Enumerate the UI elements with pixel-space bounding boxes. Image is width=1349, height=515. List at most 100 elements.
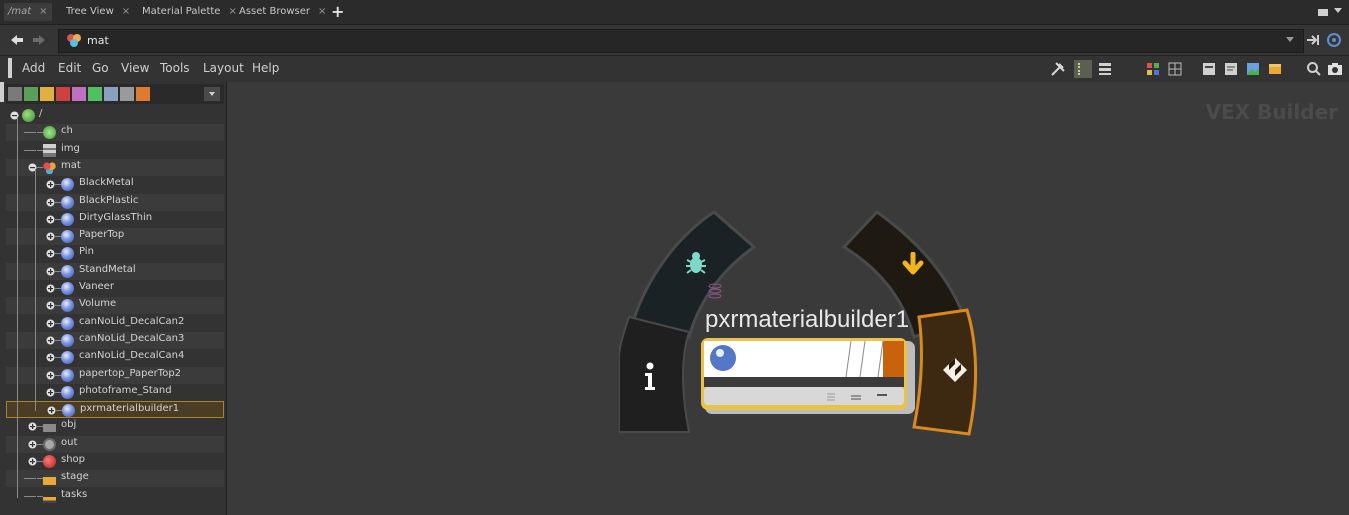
tree-view-toggle-icon[interactable] bbox=[1074, 60, 1092, 78]
expand-icon[interactable] bbox=[46, 231, 55, 241]
tree-item-photoframe-stand[interactable]: photoframe_Stand bbox=[6, 384, 224, 401]
camera-icon[interactable] bbox=[1327, 61, 1343, 77]
tab-mat[interactable]: /mat × bbox=[4, 3, 52, 21]
link-icon[interactable] bbox=[1326, 32, 1342, 48]
tree-item-obj[interactable]: obj bbox=[6, 418, 224, 435]
back-arrow-icon[interactable] bbox=[10, 33, 24, 47]
tab-tree-view[interactable]: Tree View × bbox=[62, 3, 134, 21]
tree-item-tasks[interactable]: tasks bbox=[6, 488, 224, 505]
tree-item-vaneer[interactable]: Vaneer bbox=[6, 280, 224, 297]
expand-icon[interactable] bbox=[46, 370, 55, 379]
tree-filter-toolbar bbox=[6, 84, 224, 104]
tree-item-cannolid-decalcan4[interactable]: canNoLid_DecalCan4 bbox=[6, 349, 224, 366]
tab-material-palette[interactable]: Material Palette × bbox=[138, 3, 241, 21]
network-editor[interactable]: VEX Builder pxrmaterialbuilder1 bbox=[229, 82, 1349, 515]
menu-edit[interactable]: Edit bbox=[58, 61, 81, 75]
tab-close-icon[interactable]: × bbox=[122, 6, 130, 17]
vop-filter-icon[interactable] bbox=[72, 87, 86, 101]
tree-item-pin[interactable]: Pin bbox=[6, 245, 224, 262]
expand-icon[interactable] bbox=[46, 214, 55, 224]
expand-icon[interactable] bbox=[47, 405, 56, 415]
chop-filter-icon[interactable] bbox=[40, 87, 54, 101]
rop-filter-icon[interactable] bbox=[120, 87, 134, 101]
tree-item-stage[interactable]: stage bbox=[6, 470, 224, 488]
toolbar-handle[interactable] bbox=[0, 82, 4, 102]
expand-icon[interactable] bbox=[46, 283, 55, 293]
download-arrow-icon[interactable] bbox=[900, 252, 926, 278]
color-palette-icon[interactable] bbox=[1146, 62, 1160, 76]
chan-filter-icon[interactable] bbox=[88, 87, 102, 101]
expand-icon[interactable] bbox=[46, 300, 55, 310]
tools-icon[interactable] bbox=[1050, 61, 1066, 77]
tree-item-papertop-papertop2[interactable]: papertop_PaperTop2 bbox=[6, 366, 224, 384]
add-tab-button[interactable]: + bbox=[331, 2, 344, 21]
chevron-down-icon[interactable] bbox=[1334, 8, 1342, 13]
tab-label: Asset Browser bbox=[239, 6, 311, 17]
node-name-label: pxrmaterialbuilder1 bbox=[705, 306, 910, 333]
menu-help[interactable]: Help bbox=[252, 61, 279, 75]
tree-item-pxrmaterialbuilder1[interactable]: pxrmaterialbuilder1 bbox=[6, 401, 224, 419]
tree-options-icon[interactable] bbox=[204, 87, 220, 101]
shop-icon bbox=[43, 455, 56, 468]
menu-view[interactable]: View bbox=[121, 61, 149, 75]
sticky-note-icon[interactable] bbox=[1224, 62, 1238, 76]
search-icon[interactable] bbox=[1306, 61, 1322, 77]
bug-icon[interactable] bbox=[683, 250, 709, 276]
tab-asset-browser[interactable]: Asset Browser × bbox=[235, 3, 330, 21]
expand-icon[interactable] bbox=[46, 318, 55, 328]
checker-flag-icon[interactable] bbox=[941, 356, 969, 384]
toolbar-handle[interactable] bbox=[8, 58, 12, 78]
tree-item-dirtyglassthin[interactable]: DirtyGlassThin bbox=[6, 211, 224, 228]
tree-item-label: canNoLid_DecalCan4 bbox=[79, 350, 185, 362]
menu-add[interactable]: Add bbox=[22, 61, 45, 75]
expand-icon[interactable] bbox=[46, 197, 55, 206]
tree-item-cannolid-decalcan3[interactable]: canNoLid_DecalCan3 bbox=[6, 331, 224, 349]
tree-item-standmetal[interactable]: StandMetal bbox=[6, 262, 224, 280]
path-dropdown-icon[interactable] bbox=[1286, 37, 1294, 42]
menu-layout[interactable]: Layout bbox=[203, 61, 244, 75]
tree-item-label: photoframe_Stand bbox=[79, 384, 172, 396]
tree-item-label: BlackMetal bbox=[79, 177, 134, 189]
menu-go[interactable]: Go bbox=[92, 61, 109, 75]
tree-item-blackplastic[interactable]: BlackPlastic bbox=[6, 193, 224, 211]
tab-close-icon[interactable]: × bbox=[318, 6, 326, 17]
expand-icon[interactable] bbox=[28, 456, 37, 466]
image-icon[interactable] bbox=[1246, 62, 1260, 76]
tree-item-img[interactable]: img bbox=[6, 142, 224, 159]
expand-icon[interactable] bbox=[46, 352, 55, 362]
tree-root-label: / bbox=[39, 108, 43, 119]
lop-filter-icon[interactable] bbox=[136, 87, 150, 101]
pin-icon[interactable] bbox=[1306, 33, 1320, 47]
shop-filter-icon[interactable] bbox=[56, 87, 70, 101]
tree-item-shop[interactable]: shop bbox=[6, 453, 224, 470]
network-box-icon[interactable] bbox=[1202, 62, 1216, 76]
info-icon[interactable] bbox=[642, 362, 658, 392]
list-view-icon[interactable] bbox=[1098, 62, 1112, 76]
sop-filter-icon[interactable] bbox=[24, 87, 38, 101]
obj-filter-icon[interactable] bbox=[8, 87, 22, 101]
tree-item-volume[interactable]: Volume bbox=[6, 297, 224, 315]
expand-icon[interactable] bbox=[46, 248, 55, 258]
tree-item-ch[interactable]: ch bbox=[6, 124, 224, 142]
asset-icon[interactable] bbox=[1268, 62, 1282, 76]
expand-icon[interactable] bbox=[46, 266, 55, 276]
pane-menu-icon[interactable] bbox=[1318, 9, 1328, 16]
forward-arrow-icon[interactable] bbox=[32, 33, 46, 47]
expand-icon[interactable] bbox=[28, 421, 37, 431]
tree-item-out[interactable]: out bbox=[6, 435, 224, 453]
expand-icon[interactable] bbox=[46, 179, 55, 189]
tree-item-mat[interactable]: mat bbox=[6, 158, 224, 176]
tree-item-papertop[interactable]: PaperTop bbox=[6, 228, 224, 246]
dop-filter-icon[interactable] bbox=[104, 87, 118, 101]
expand-icon[interactable] bbox=[46, 387, 55, 397]
tree-root-row[interactable]: / bbox=[6, 107, 224, 124]
menu-tools[interactable]: Tools bbox=[160, 61, 190, 75]
expand-icon[interactable] bbox=[46, 335, 55, 345]
grid-view-icon[interactable] bbox=[1168, 62, 1182, 76]
expand-icon[interactable] bbox=[28, 439, 37, 449]
pxrmaterialbuilder-node[interactable] bbox=[699, 336, 917, 416]
network-path-field[interactable]: mat bbox=[58, 29, 1304, 53]
tab-close-icon[interactable]: × bbox=[39, 6, 47, 17]
tree-item-cannolid-decalcan2[interactable]: canNoLid_DecalCan2 bbox=[6, 315, 224, 332]
tree-item-blackmetal[interactable]: BlackMetal bbox=[6, 176, 224, 193]
